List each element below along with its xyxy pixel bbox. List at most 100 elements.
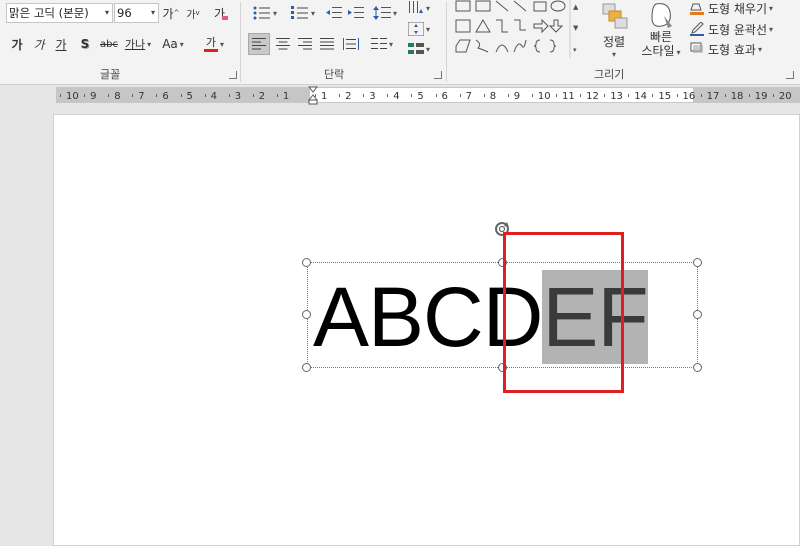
shrink-font-label: 가 <box>186 9 196 21</box>
line-spacing-button[interactable]: ▾ <box>370 4 400 22</box>
ruler-tick-label: 17 <box>706 91 720 102</box>
ruler-tick-mark <box>60 94 61 97</box>
ruler-tick-label: 2 <box>258 91 266 102</box>
chevron-down-icon: ▾ <box>104 8 109 17</box>
ruler-tick-mark <box>180 94 182 97</box>
numbering-button[interactable]: ▾ <box>286 4 320 22</box>
decrease-indent-button[interactable] <box>324 4 344 22</box>
ruler-tick-mark <box>204 94 206 97</box>
drawing-dialog-launcher-icon[interactable] <box>786 71 794 79</box>
chevron-down-icon: ▾ <box>272 8 277 18</box>
align-left-button[interactable] <box>248 33 270 55</box>
ruler-tick-label: 9 <box>513 91 521 102</box>
align-center-icon <box>276 38 290 50</box>
svg-text:▼: ▼ <box>573 24 578 32</box>
arrange-button[interactable]: 정렬 ▾ <box>596 0 632 62</box>
bullet-list-icon <box>253 6 270 20</box>
resize-handle-middle-right[interactable] <box>693 310 702 319</box>
indent-marker-icon[interactable] <box>307 86 319 106</box>
ruler-tick-label: 4 <box>393 91 400 102</box>
shape-outline-button[interactable]: 도형 윤곽선 ▾ <box>690 20 790 38</box>
smartart-button[interactable]: ▾ <box>404 40 434 58</box>
ruler-tick-mark <box>156 94 158 97</box>
align-center-button[interactable] <box>272 33 294 55</box>
change-case-button[interactable]: Aa ▾ <box>158 34 188 54</box>
italic-button[interactable]: 가 <box>30 34 48 54</box>
ruler-tick-mark <box>132 94 134 97</box>
shape-effects-icon <box>690 42 704 57</box>
underline-button[interactable]: 가 <box>52 34 70 54</box>
font-size-value: 96 <box>117 6 132 20</box>
justify-button[interactable] <box>316 33 338 55</box>
ruler-tick-mark <box>724 94 726 97</box>
resize-handle-top-left[interactable] <box>302 258 311 267</box>
ruler-tick-mark <box>108 94 110 97</box>
ruler-tick-label: 5 <box>186 91 193 102</box>
chevron-down-icon: ▾ <box>179 39 184 49</box>
font-dialog-launcher-icon[interactable] <box>229 71 237 79</box>
ruler-tick-label: 14 <box>634 91 648 102</box>
ruler-tick-label: 15 <box>658 91 672 102</box>
font-size-dropdown[interactable]: 96 ▾ <box>114 3 159 23</box>
distributed-button[interactable] <box>340 33 362 55</box>
ribbon: 맑은 고딕 (본문) ▾ 96 ▾ 가 ^ 가v 가 가 가 가 S abc 가나… <box>0 0 800 85</box>
strikethrough-label: abc <box>100 38 118 50</box>
text-direction-button[interactable]: ▾ <box>404 0 434 16</box>
ruler-tick-label: 3 <box>234 91 242 102</box>
columns-button[interactable]: ▾ <box>366 33 398 55</box>
quick-styles-button[interactable]: 빠른 스타일 ▾ <box>638 0 684 62</box>
character-spacing-button[interactable]: 가나 ▾ <box>122 34 154 54</box>
chevron-down-icon: ▾ <box>392 8 397 18</box>
bullets-button[interactable]: ▾ <box>248 4 282 22</box>
decrease-indent-icon <box>326 7 342 18</box>
increase-indent-button[interactable] <box>346 4 366 22</box>
ruler-tick-label: 3 <box>369 91 376 102</box>
resize-handle-bottom-left[interactable] <box>302 363 311 372</box>
ruler-tick-mark <box>411 94 413 97</box>
shape-gallery[interactable]: ▲ ▼ ▾ <box>454 0 579 58</box>
ruler-tick-mark <box>483 94 485 97</box>
quick-styles-label-1: 빠른 <box>649 30 673 44</box>
resize-handle-bottom-right[interactable] <box>693 363 702 372</box>
drawing-group-label: 그리기 <box>594 68 625 81</box>
align-text-button[interactable]: ▾ <box>404 20 434 38</box>
ruler-tick-mark <box>459 94 461 97</box>
clear-format-button[interactable]: 가 <box>210 3 232 23</box>
ruler-tick-label: 12 <box>586 91 599 102</box>
ruler-tick-mark <box>556 94 557 97</box>
chevron-down-icon: ▾ <box>757 44 762 54</box>
italic-label: 가 <box>33 37 45 52</box>
svg-text:▲: ▲ <box>573 3 578 11</box>
shadow-label: S <box>80 37 90 51</box>
font-color-bar <box>203 48 218 52</box>
ruler-tick-label: 19 <box>754 91 768 102</box>
ruler-tick-mark <box>700 94 702 97</box>
strikethrough-button[interactable]: abc <box>98 34 120 54</box>
shrink-font-button[interactable]: 가v <box>184 4 202 22</box>
ruler-tick-label: 13 <box>610 91 623 102</box>
paragraph-dialog-launcher-icon[interactable] <box>434 71 442 79</box>
resize-handle-top-right[interactable] <box>693 258 702 267</box>
font-color-button[interactable]: 가 ▾ <box>198 34 230 54</box>
font-name-dropdown[interactable]: 맑은 고딕 (본문) ▾ <box>6 3 113 23</box>
shape-fill-button[interactable]: 도형 채우기 ▾ <box>690 0 790 16</box>
bold-button[interactable]: 가 <box>8 34 26 54</box>
ruler-tick-label: 11 <box>562 91 575 102</box>
shape-effects-button[interactable]: 도형 효과 ▾ <box>690 40 790 58</box>
grow-font-button[interactable]: 가 ^ <box>162 4 180 22</box>
eraser-icon <box>222 16 229 20</box>
horizontal-ruler: 10 9 8 7 6 5 4 3 2 1 1 2 3 4 5 6 7 8 9 10 11 12 13 14 15 16 17 18 19… <box>0 85 800 107</box>
ruler-tick-label: 10 <box>537 91 551 102</box>
chevron-down-icon: ▾ <box>425 44 430 54</box>
ruler-tick-label: 8 <box>114 91 121 102</box>
align-right-button[interactable] <box>294 33 316 55</box>
ruler-tick-label: 9 <box>90 91 97 102</box>
shadow-button[interactable]: S <box>76 34 94 54</box>
resize-handle-middle-left[interactable] <box>302 310 311 319</box>
chevron-down-icon: ▾ <box>219 39 224 49</box>
underline-label: 가 <box>55 37 67 52</box>
distributed-icon <box>343 38 359 50</box>
smartart-icon <box>407 43 424 54</box>
ruler-tick-mark <box>435 94 437 97</box>
ruler-tick-label: 8 <box>489 91 497 102</box>
